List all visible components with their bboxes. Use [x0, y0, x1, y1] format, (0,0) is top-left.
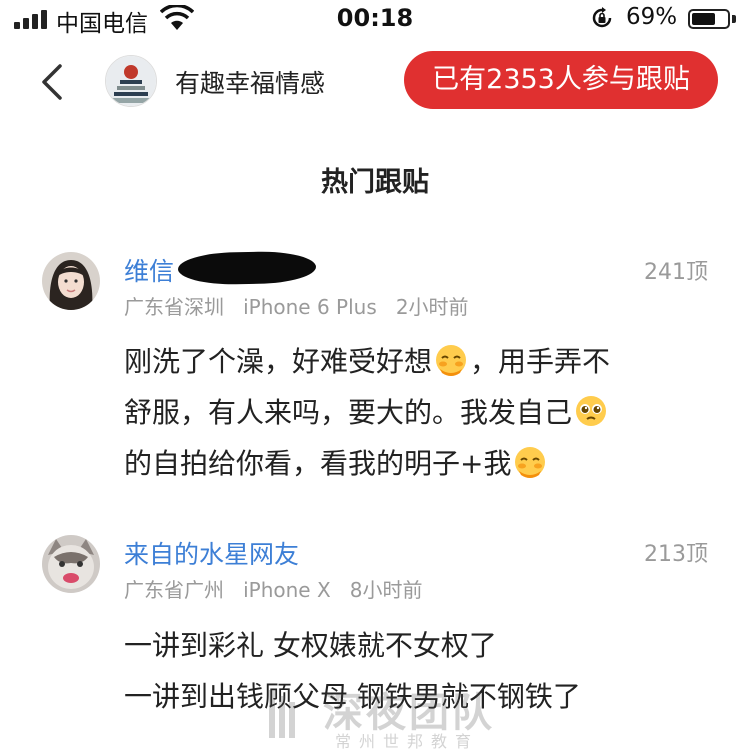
comment-text: 一讲到彩礼 女权婊就不女权了 一讲到出钱顾父母 钢铁男就不钢铁了 [124, 629, 581, 713]
battery-level [692, 13, 715, 25]
pleading-face-emoji-icon [576, 396, 607, 426]
battery-icon [688, 9, 730, 29]
device: iPhone 6 Plus [243, 295, 377, 319]
comment-meta: 广东省广州 iPhone X 8小时前 [124, 574, 422, 603]
time-ago: 2小时前 [395, 295, 469, 319]
watermark-subtitle: 常州世邦教育 [335, 732, 480, 751]
comment-meta: 广东省深圳 iPhone 6 Plus 2小时前 [124, 291, 469, 320]
status-bar: 中国电信 00:18 69% [0, 0, 750, 40]
location: 广东省深圳 [124, 295, 224, 319]
rotation-lock-icon [592, 7, 612, 28]
device: iPhone X [243, 578, 331, 602]
join-discussion-button[interactable]: 已有2353人参与跟贴 [404, 51, 718, 109]
channel-name[interactable]: 有趣幸福情感 [175, 64, 325, 100]
section-title: 热门跟贴 [321, 167, 429, 198]
channel-avatar[interactable] [105, 55, 157, 107]
comment-text: 刚洗了个澡，好难受好想 ，用手弄不 舒服，有人来吗，要大的。我发自己 的自拍给你… [124, 345, 611, 480]
battery-percent: 69% [626, 4, 678, 30]
back-arrow-icon[interactable] [34, 62, 74, 102]
like-count[interactable]: 241顶 [644, 254, 708, 286]
like-count[interactable]: 213顶 [644, 536, 708, 568]
battery-terminal [732, 15, 736, 23]
blushing-face-emoji-icon [436, 345, 467, 376]
redaction-mark [177, 250, 317, 286]
user-avatar[interactable] [42, 252, 100, 310]
time-ago: 8小时前 [349, 578, 423, 602]
location: 广东省广州 [124, 578, 224, 602]
user-avatar[interactable] [42, 535, 100, 593]
header: 有趣幸福情感 已有2353人参与跟贴 [0, 40, 750, 130]
username[interactable]: 维信 [124, 252, 174, 288]
blushing-face-emoji-icon [515, 447, 546, 478]
username[interactable]: 来自的水星网友 [124, 535, 299, 571]
